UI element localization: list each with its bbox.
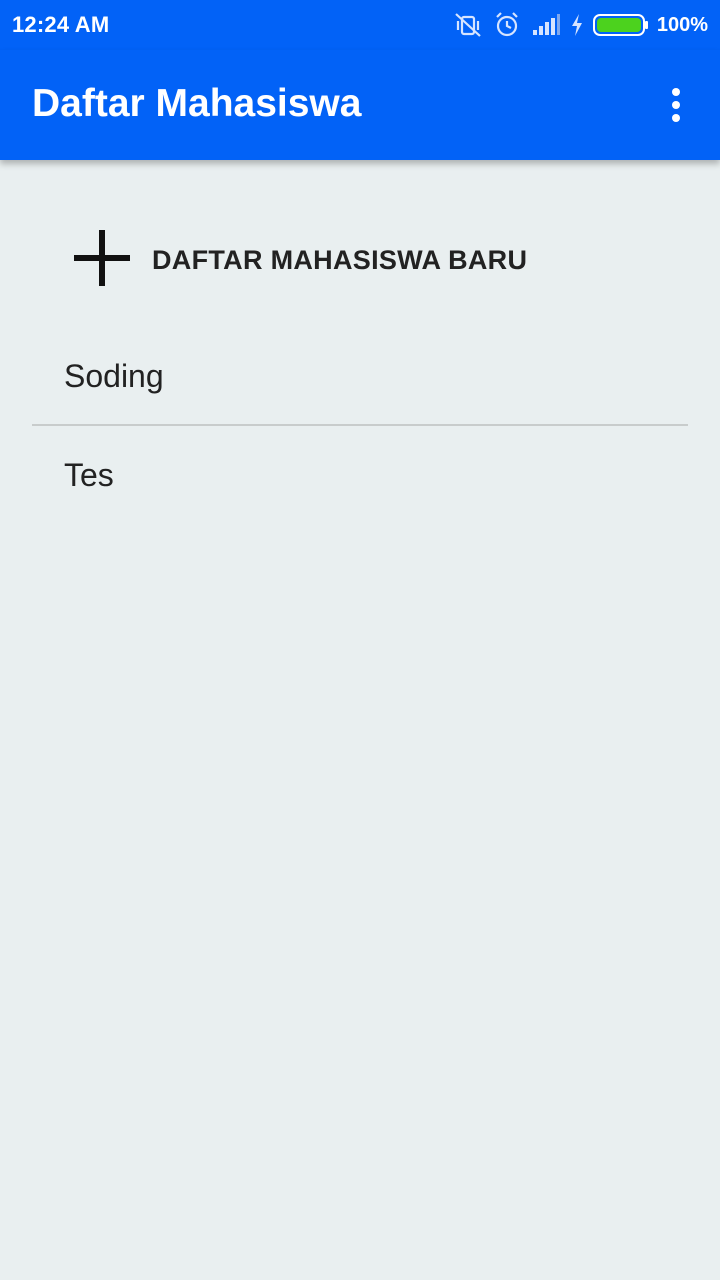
- more-vert-icon[interactable]: [662, 86, 690, 126]
- add-student-label: DAFTAR MAHASISWA BARU: [152, 244, 528, 275]
- status-bar: 12:24 AM 100%: [0, 0, 720, 50]
- student-name: Soding: [64, 357, 164, 394]
- plus-icon: [72, 228, 132, 293]
- list-item[interactable]: Tes: [32, 426, 688, 524]
- app-bar: Daftar Mahasiswa: [0, 50, 720, 160]
- list-item[interactable]: Soding: [32, 328, 688, 426]
- vibrate-off-icon: [453, 12, 483, 38]
- status-icons: 100%: [443, 10, 708, 40]
- student-list: Soding Tes: [32, 328, 688, 524]
- battery-percentage: 100%: [656, 13, 708, 36]
- battery-icon: [592, 13, 649, 37]
- status-time: 12:24 AM: [12, 12, 110, 37]
- signal-icon: [531, 14, 561, 36]
- main-content: DAFTAR MAHASISWA BARU Soding Tes: [0, 160, 720, 1280]
- student-name: Tes: [64, 456, 114, 493]
- add-student-button[interactable]: DAFTAR MAHASISWA BARU: [72, 228, 528, 293]
- charging-icon: [571, 14, 583, 36]
- alarm-icon: [493, 11, 521, 39]
- page-title: Daftar Mahasiswa: [32, 82, 362, 125]
